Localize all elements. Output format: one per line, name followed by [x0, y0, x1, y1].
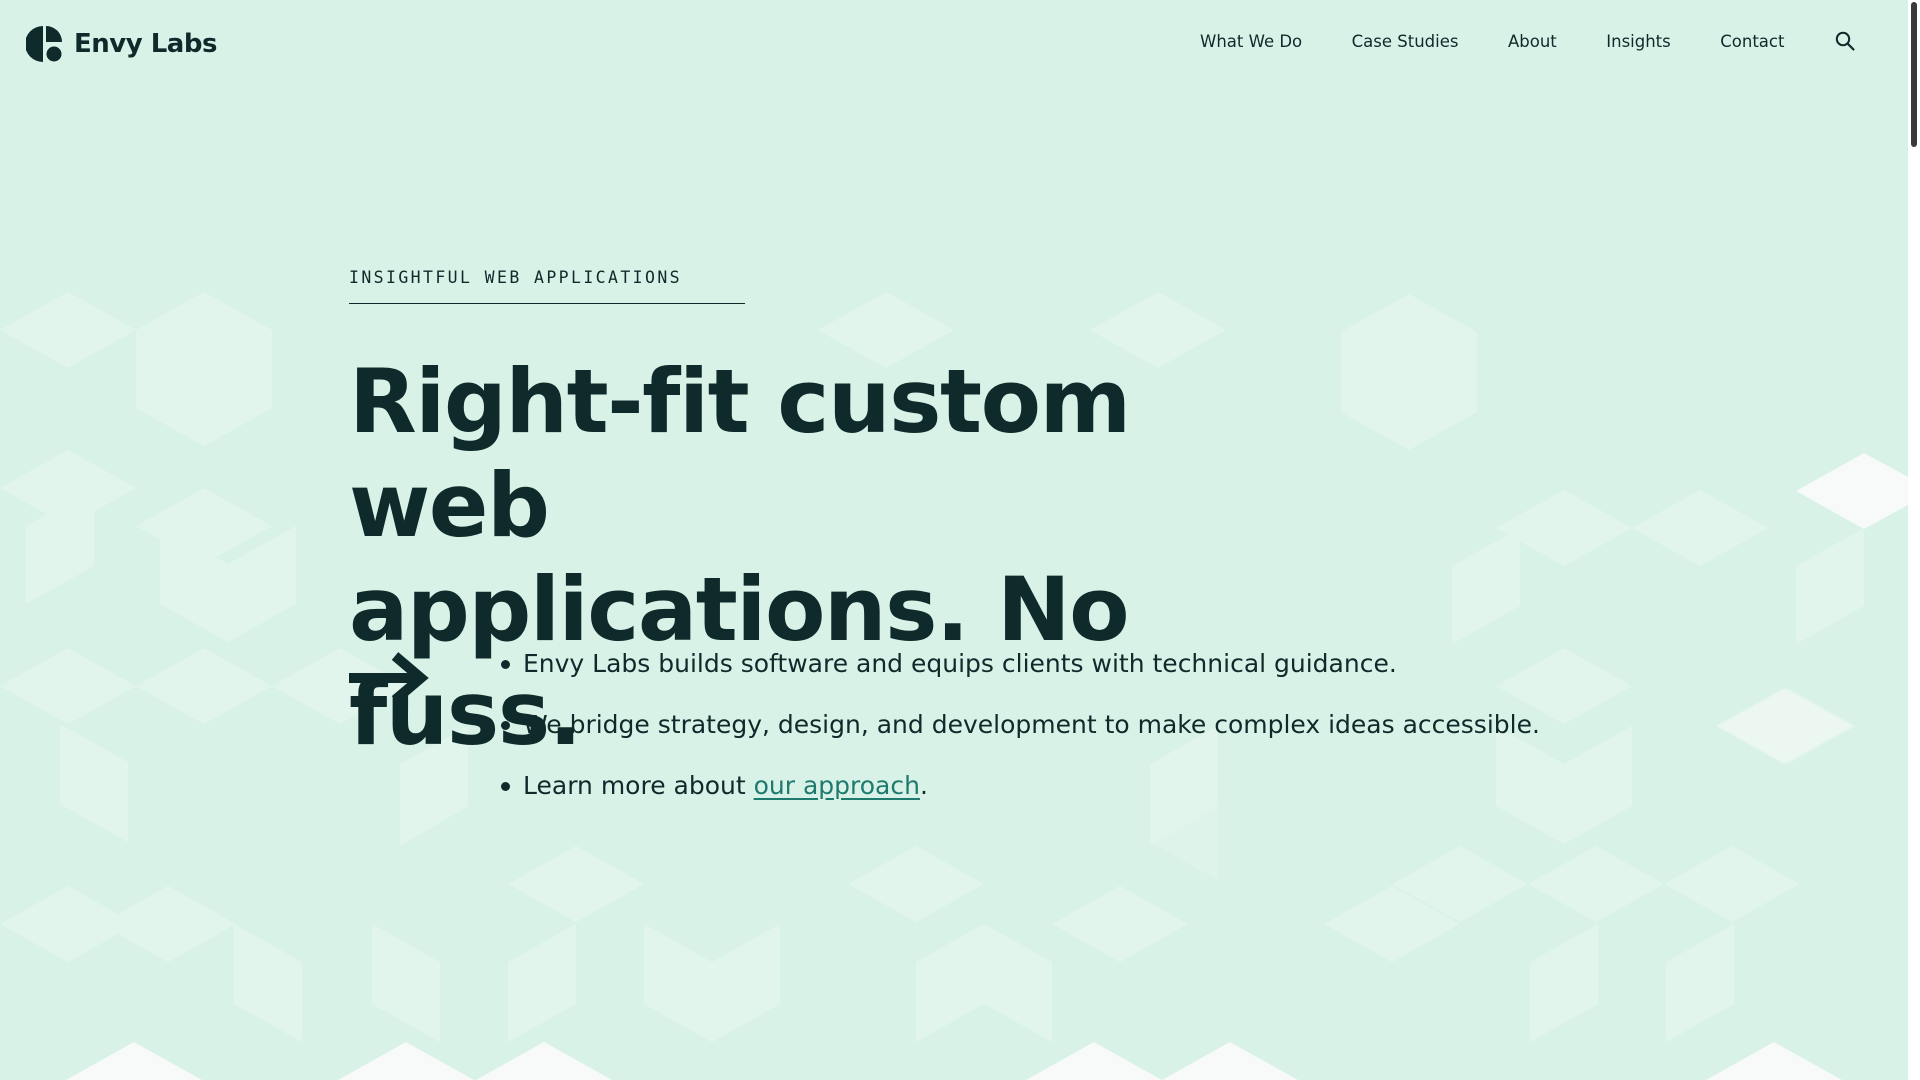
search-icon[interactable]: [1834, 30, 1856, 52]
site-header: Envy Labs What We Do Case Studies About …: [0, 0, 1908, 88]
value-points-list: Envy Labs builds software and equips cli…: [501, 646, 1601, 829]
hero-headline-line-1: Right-fit custom web: [349, 350, 1131, 557]
nav-item-insights[interactable]: Insights: [1606, 32, 1671, 51]
learn-more-prefix: Learn more about: [523, 771, 754, 800]
learn-more-suffix: .: [919, 771, 928, 800]
arrow-right-icon: [349, 652, 429, 704]
brand-logo[interactable]: Envy Labs: [26, 24, 217, 64]
our-approach-link[interactable]: our approach: [754, 771, 920, 800]
nav-item-what-we-do[interactable]: What We Do: [1200, 32, 1302, 51]
nav-item-contact[interactable]: Contact: [1720, 32, 1784, 51]
list-item: We bridge strategy, design, and developm…: [501, 707, 1601, 743]
brand-name: Envy Labs: [74, 29, 217, 59]
nav-item-case-studies[interactable]: Case Studies: [1352, 32, 1459, 51]
page-scrollbar[interactable]: [1908, 0, 1920, 1080]
nav-item-about[interactable]: About: [1508, 32, 1557, 51]
envy-labs-logo-icon: [26, 26, 62, 62]
scrollbar-thumb[interactable]: [1911, 2, 1917, 147]
list-item: Envy Labs builds software and equips cli…: [501, 646, 1601, 682]
main-nav: What We Do Case Studies About Insights C…: [1200, 30, 1856, 52]
list-item: Learn more about our approach.: [501, 768, 1601, 804]
hero-eyebrow: INSIGHTFUL WEB APPLICATIONS: [349, 268, 745, 304]
